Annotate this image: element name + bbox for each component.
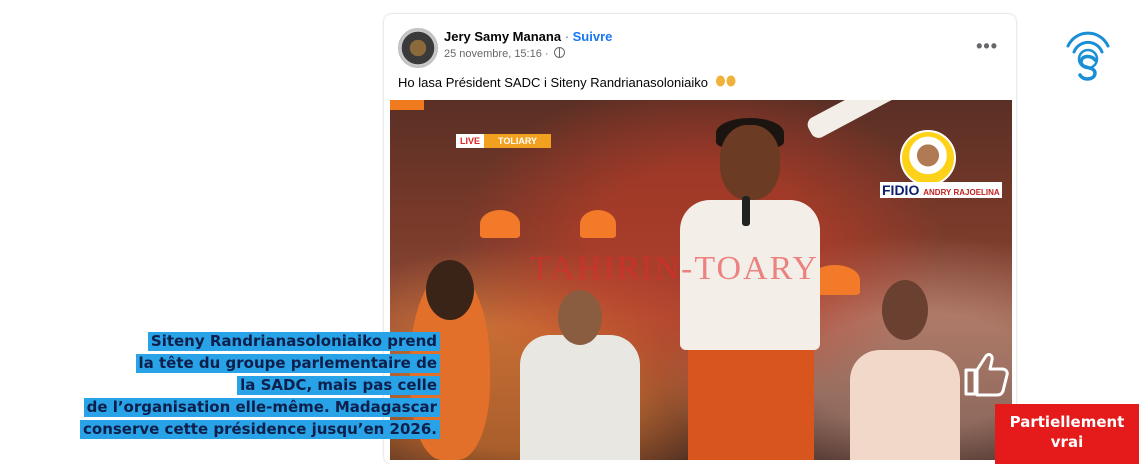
author-separator: ·: [561, 29, 573, 44]
verdict-line-2: vrai: [1050, 433, 1084, 451]
thumbs-up-icon: [964, 353, 1009, 397]
microphone: [742, 196, 750, 226]
post-text: Ho lasa Président SADC i Siteny Randrian…: [398, 74, 737, 90]
globe-icon: [553, 47, 565, 58]
post-header: Jery Samy Manana · Suivre 25 novembre, 1…: [398, 26, 1002, 70]
fidio-logo: FIDIO ANDRY RAJOELINA: [878, 130, 1002, 200]
video-progress-accent: [390, 100, 424, 110]
live-tag: LIVE: [456, 134, 485, 148]
crowd-cap: [480, 210, 520, 238]
crowd-person: [520, 335, 640, 460]
post-meta: 25 novembre, 15:16 ·: [444, 47, 565, 60]
crowd-head: [882, 280, 928, 340]
verdict-line-1: Partiellement: [1009, 413, 1125, 431]
crowd-head: [426, 260, 474, 320]
author-name[interactable]: Jery Samy Manana: [444, 29, 561, 44]
author-line: Jery Samy Manana · Suivre: [444, 29, 612, 44]
crowd-cap: [580, 210, 616, 238]
fidio-logo-sub: ANDRY RAJOELINA: [923, 188, 1000, 197]
caption-line: Siteny Randrianasoloniaiko prend: [147, 332, 440, 351]
video-watermark: TAHIRIN-TOARY: [530, 250, 819, 287]
follow-link[interactable]: Suivre: [573, 29, 613, 44]
crowd-head: [558, 290, 602, 345]
clapping-hands-icon: [715, 74, 737, 90]
fidio-logo-text: FIDIO ANDRY RAJOELINA: [880, 182, 1002, 198]
post-timestamp[interactable]: 25 novembre, 15:16 ·: [444, 48, 549, 60]
crowd-person: [850, 350, 960, 460]
caption-line: la tête du groupe parlementaire de: [135, 354, 440, 373]
more-dots-icon: •••: [976, 36, 998, 56]
post-text-content: Ho lasa Président SADC i Siteny Randrian…: [398, 75, 708, 90]
fidio-logo-main: FIDIO: [882, 182, 920, 198]
live-badge: LIVE TOLIARY: [456, 134, 552, 148]
caption-line: de l’organisation elle-même. Madagascar: [83, 398, 440, 417]
brand-logo-icon: [1066, 31, 1110, 81]
speaker-head: [720, 125, 780, 200]
more-options-button[interactable]: •••: [976, 36, 998, 57]
facebook-post-card: Jery Samy Manana · Suivre 25 novembre, 1…: [384, 14, 1016, 464]
caption-line: la SADC, mais pas celle: [237, 376, 440, 395]
fidio-portrait: [900, 130, 956, 186]
post-video[interactable]: LIVE TOLIARY TAHIRIN-TOARY FIDIO ANDRY R…: [390, 100, 1012, 460]
live-location: TOLIARY: [484, 134, 552, 148]
caption-line: conserve cette présidence jusqu’en 2026.: [80, 420, 440, 439]
verdict-badge: Partiellement vrai: [995, 404, 1139, 464]
author-avatar[interactable]: [398, 28, 438, 68]
speaker-pants: [688, 350, 814, 460]
